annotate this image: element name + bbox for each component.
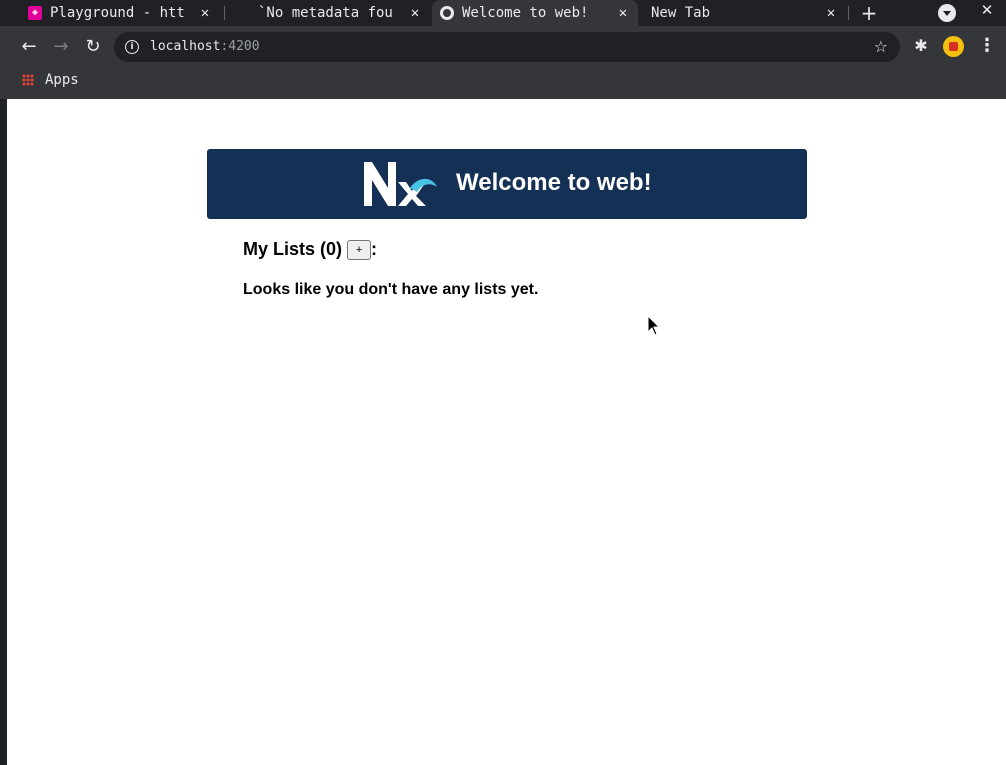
close-icon[interactable]: ✕ <box>408 5 422 21</box>
welcome-banner: Welcome to web! <box>207 149 807 219</box>
browser-chrome: ◈ Playground - htt ✕ `No metadata fou ✕ … <box>0 0 1006 99</box>
address-bar[interactable]: i localhost:4200 ☆ <box>114 32 900 62</box>
lists-count-label: My Lists (0) <box>243 239 343 259</box>
mouse-cursor-icon <box>647 315 661 336</box>
tab-title: Playground - htt <box>50 5 185 21</box>
browser-toolbar: ← → ↻ i localhost:4200 ☆ ✱ ⋮ <box>0 26 1006 68</box>
tab-welcome[interactable]: Welcome to web! ✕ <box>432 0 638 26</box>
page-content: Welcome to web! My Lists (0) + : Looks l… <box>7 99 1006 765</box>
tab-separator <box>224 6 225 20</box>
close-icon[interactable]: ✕ <box>198 5 212 21</box>
empty-lists-message: Looks like you don't have any lists yet. <box>243 281 539 298</box>
url-text[interactable]: localhost:4200 <box>150 39 260 54</box>
nx-logo-icon <box>364 162 437 206</box>
tab-strip: ◈ Playground - htt ✕ `No metadata fou ✕ … <box>0 0 1006 26</box>
blank-page-icon <box>236 6 250 20</box>
url-host: localhost <box>150 39 221 54</box>
kebab-menu-icon[interactable]: ⋮ <box>978 36 996 56</box>
site-info-icon[interactable]: i <box>125 40 139 54</box>
bookmarks-bar: Apps <box>0 68 1006 99</box>
close-icon[interactable]: ✕ <box>616 5 630 21</box>
extensions-puzzle-icon[interactable]: ✱ <box>911 36 931 56</box>
forward-arrow-icon[interactable]: → <box>49 35 73 59</box>
page-title: Welcome to web! <box>456 169 652 196</box>
bookmark-star-icon[interactable]: ☆ <box>874 37 888 56</box>
new-tab-button[interactable]: + <box>858 2 880 24</box>
back-arrow-icon[interactable]: ← <box>17 35 41 59</box>
bookmark-apps[interactable]: Apps <box>45 72 79 88</box>
apps-grid-icon[interactable] <box>22 74 34 86</box>
tab-title: `No metadata fou <box>258 5 393 21</box>
tab-separator <box>848 6 849 20</box>
reload-icon[interactable]: ↻ <box>81 35 105 59</box>
tab-search-icon[interactable] <box>938 4 956 22</box>
heading-colon: : <box>371 239 378 259</box>
close-icon[interactable]: ✕ <box>824 5 838 21</box>
window-edge <box>0 99 7 765</box>
profile-avatar[interactable] <box>943 36 964 57</box>
tab-no-metadata[interactable]: `No metadata fou ✕ <box>228 0 430 26</box>
add-list-button[interactable]: + <box>347 239 372 260</box>
globe-icon <box>440 6 454 20</box>
lists-heading: My Lists (0) + : <box>243 239 377 260</box>
graphql-playground-icon: ◈ <box>28 6 42 20</box>
url-port: :4200 <box>220 39 260 54</box>
tab-new-tab[interactable]: New Tab ✕ <box>642 0 846 26</box>
window-close-button[interactable]: ✕ <box>978 0 996 20</box>
tab-title: Welcome to web! <box>462 5 589 21</box>
tab-playground[interactable]: ◈ Playground - htt ✕ <box>20 0 220 26</box>
tab-title: New Tab <box>651 5 711 21</box>
